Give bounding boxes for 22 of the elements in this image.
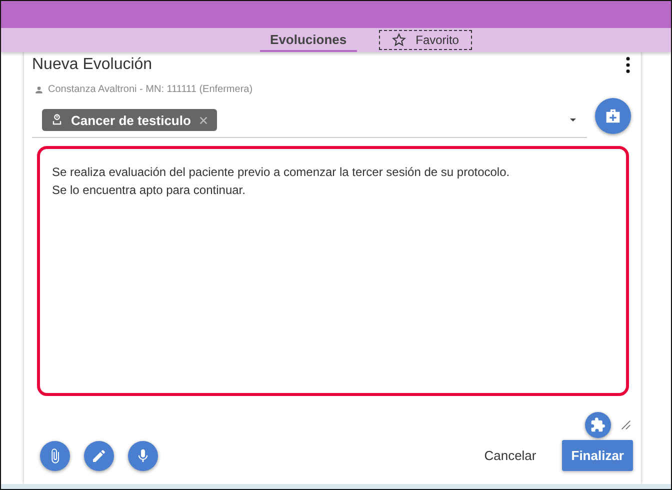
diagnosis-select[interactable]: Cancer de testiculo xyxy=(32,105,587,138)
more-icon xyxy=(626,57,630,73)
close-icon xyxy=(198,114,209,126)
author-text: Constanza Avaltroni - MN: 111111 (Enfermera) xyxy=(48,84,253,95)
finish-button[interactable]: Finalizar xyxy=(562,440,633,471)
pen-icon xyxy=(91,448,107,464)
puzzle-icon xyxy=(590,417,606,433)
medical-kit-button[interactable] xyxy=(595,98,631,134)
note-text-area[interactable]: Se realiza evaluación del paciente previo a comenzar la tercer sesión de su protocolo. Se lo encuentra apto para continuar. xyxy=(37,146,629,396)
pen-button[interactable] xyxy=(84,440,114,470)
resize-handle-icon xyxy=(621,420,631,430)
diagnosis-chip[interactable]: Cancer de testiculo xyxy=(42,109,217,131)
cancel-button[interactable]: Cancelar xyxy=(474,442,546,469)
plugin-button[interactable] xyxy=(585,412,611,438)
microphone-button[interactable] xyxy=(128,440,158,470)
person-icon xyxy=(34,84,44,94)
attach-button[interactable] xyxy=(40,440,70,470)
tab[interactable]: Favorito xyxy=(378,30,472,50)
more-menu-button[interactable] xyxy=(623,56,633,74)
chip-label: Cancer de testiculo xyxy=(71,112,191,128)
star-icon xyxy=(392,33,406,47)
card-title: Nueva Evolución xyxy=(32,56,152,74)
